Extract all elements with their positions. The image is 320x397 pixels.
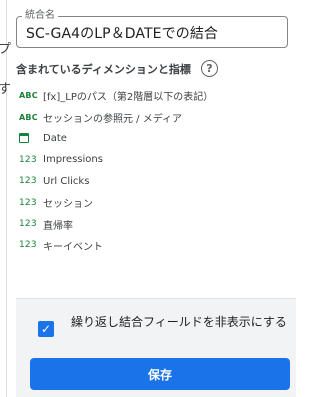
list-item: Date [19, 128, 279, 149]
field-name: セッション [43, 199, 93, 211]
number-type-icon: 123 [19, 219, 37, 230]
blend-name-label: 統合名 [22, 9, 58, 23]
number-type-icon: 123 [19, 176, 37, 187]
number-type-icon: 123 [19, 154, 37, 165]
blend-name-field[interactable]: 統合名 SC-GA4のLP＆DATEでの結合 [16, 9, 288, 48]
field-name: Impressions [43, 154, 103, 166]
list-item: ABC [fx]_LPのパス（第2階層以下の表記） [19, 85, 279, 106]
field-name: キーイベント [43, 241, 103, 253]
save-button[interactable]: 保存 [30, 358, 290, 390]
text-type-icon: ABC [19, 91, 38, 101]
checkmark-icon: ✓ [38, 321, 54, 337]
list-item: 123 Url Clicks [19, 171, 279, 192]
included-fields-title: 含まれているディメンションと指標 [16, 62, 191, 76]
blend-settings-panel: 統合名 SC-GA4のLP＆DATEでの結合 含まれているディメンションと指標 … [8, 0, 296, 397]
text-type-icon: ABC [19, 112, 38, 122]
list-item: 123 直帰率 [19, 213, 279, 234]
field-name: [fx]_LPのパス（第2階層以下の表記） [43, 92, 214, 104]
list-item: 123 Impressions [19, 149, 279, 170]
calendar-icon [19, 133, 43, 144]
hide-repeated-fields-label[interactable]: 繰り返し結合フィールドを非表示にする [71, 313, 291, 331]
list-item: 123 セッション [19, 192, 279, 213]
list-item: ABC セッションの参照元 / メディア [19, 106, 279, 127]
field-name: Date [43, 132, 67, 144]
blend-name-value[interactable]: SC-GA4のLP＆DATEでの結合 [26, 23, 218, 43]
background-panel-edge: プ す [0, 0, 11, 397]
field-name: 直帰率 [43, 220, 73, 232]
help-circle-icon[interactable]: ? [200, 60, 218, 77]
panel-footer: ✓ 繰り返し結合フィールドを非表示にする 保存 [16, 298, 296, 397]
included-fields-header: 含まれているディメンションと指標 ? [16, 60, 218, 77]
hide-repeated-fields-checkbox[interactable]: ✓ [38, 321, 54, 337]
number-type-icon: 123 [19, 197, 37, 208]
field-name: Url Clicks [43, 175, 90, 187]
list-item: 123 キーイベント [19, 235, 279, 256]
field-name: セッションの参照元 / メディア [43, 113, 183, 125]
field-list: ABC [fx]_LPのパス（第2階層以下の表記） ABC セッションの参照元 … [19, 85, 279, 256]
number-type-icon: 123 [19, 240, 37, 251]
